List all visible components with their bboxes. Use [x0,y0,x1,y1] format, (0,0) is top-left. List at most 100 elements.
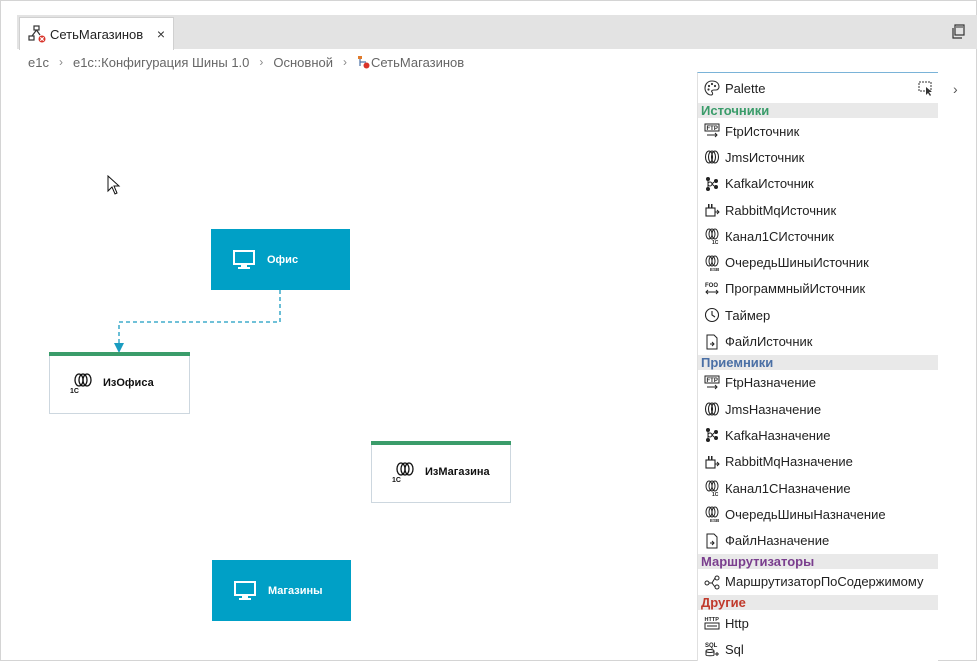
node-from-store[interactable]: 1C ИзМагазина [371,441,511,503]
http-icon: HTTP [704,615,720,631]
palette-icon [704,80,720,96]
esb-queue-icon: ESB [704,255,720,272]
tab-network-stores[interactable]: СетьМагазинов × [19,17,174,50]
channel-1c-icon: 1C [704,228,720,246]
palette-item[interactable]: KafkaНазначение [698,422,938,448]
rabbitmq-icon [704,454,720,470]
palette-item[interactable]: ФайлИсточник [698,328,938,354]
palette-item[interactable]: SQL Sql [698,636,938,661]
breadcrumb-item-e1c[interactable]: e1c [28,55,49,70]
rabbitmq-icon [704,202,720,218]
palette-item-label: KafkaИсточник [725,176,814,192]
node-stores[interactable]: Магазины [212,560,351,621]
palette-item-label: Канал1СНазначение [725,480,851,496]
palette-item-label: Канал1СИсточник [725,228,834,244]
palette-item[interactable]: 1C Канал1СНазначение [698,475,938,501]
diagram-icon [28,25,46,43]
palette-item[interactable]: Таймер [698,302,938,328]
chevron-right-icon[interactable]: › [953,81,967,97]
palette-item[interactable]: RabbitMqИсточник [698,197,938,223]
chevron-right-icon: › [259,55,264,69]
chevron-right-icon: › [343,55,347,69]
palette-item-label: ФайлИсточник [725,334,813,350]
palette-item-label: FtpИсточник [725,123,800,139]
breadcrumb-item-configuration[interactable]: e1c::Конфигурация Шины 1.0 [73,55,249,70]
close-icon[interactable]: × [157,26,165,42]
node-accent [371,441,511,445]
svg-text:FTP: FTP [707,378,718,384]
jms-icon [704,401,720,417]
palette-item-label: Http [725,615,749,631]
node-office[interactable]: Офис [211,229,350,290]
node-from-office[interactable]: 1C ИзОфиса [49,352,190,414]
palette-item-label: Таймер [725,307,771,323]
palette-item[interactable]: FTP FtpИсточник [698,118,938,144]
diagram-canvas[interactable]: Офис 1C ИзОфиса 1C ИзМагазина Магазины [1,73,697,661]
svg-text:ESB: ESB [710,518,720,522]
monitor-icon [233,249,255,270]
svg-text:FOO: FOO [705,283,718,289]
tab-label: СетьМагазинов [50,26,144,42]
palette-item-label: ФайлНазначение [725,533,830,549]
palette-item-label: KafkaНазначение [725,427,831,443]
palette-item[interactable]: ESB ОчередьШиныИсточник [698,249,938,275]
select-tool-icon[interactable] [918,80,934,96]
palette-item-label: RabbitMqИсточник [725,202,837,218]
palette-panel: Palette Источники FTP FtpИсточник JmsИсточн… [697,72,938,661]
restore-icon[interactable] [950,23,968,41]
palette-item[interactable]: 1C Канал1СИсточник [698,223,938,249]
palette-header: Palette [698,73,938,103]
palette-item[interactable]: ESB ОчередьШиныНазначение [698,501,938,527]
palette-item[interactable]: FOO ПрограммныйИсточник [698,276,938,302]
palette-category[interactable]: Приемники [698,354,938,370]
palette-item-label: JmsНазначение [725,401,822,417]
router-icon [704,574,720,590]
breadcrumb-item-main[interactable]: Основной [273,55,333,70]
palette-category[interactable]: Другие [698,595,938,611]
palette-item[interactable]: KafkaИсточник [698,171,938,197]
node-label: Магазины [268,584,323,597]
ftp-icon: FTP [704,375,720,391]
palette-item[interactable]: FTP FtpНазначение [698,370,938,396]
svg-text:ESB: ESB [710,267,720,271]
palette-item-label: ПрограммныйИсточник [725,281,866,297]
palette-item[interactable]: МаршрутизаторПоСодержимому [698,569,938,595]
jms-icon [704,149,720,165]
palette-title: Palette [725,80,766,96]
monitor-icon [234,580,256,601]
palette-category[interactable]: Источники [698,103,938,118]
palette-item-label: ОчередьШиныНазначение [725,506,886,522]
file-icon [704,533,720,549]
file-icon [704,334,720,350]
palette-item-label: Sql [725,641,744,657]
palette-item[interactable]: JmsНазначение [698,396,938,422]
program-icon: FOO [704,281,720,297]
palette-item-label: МаршрутизаторПоСодержимому [725,574,924,590]
diagram-icon [357,55,370,69]
sql-icon: SQL [704,641,720,657]
channel-1c-icon: 1C [392,461,416,484]
kafka-icon [704,427,720,443]
svg-text:HTTP: HTTP [705,617,720,623]
svg-text:1C: 1C [392,477,401,483]
palette-item[interactable]: RabbitMqНазначение [698,449,938,475]
editor-window: СетьМагазинов × e1c › e1c::Конфигурация … [0,0,977,661]
palette-item[interactable]: JmsИсточник [698,144,938,170]
palette-item[interactable]: ФайлНазначение [698,527,938,553]
ftp-icon: FTP [704,123,720,139]
channel-1c-icon: 1C [704,480,720,498]
esb-queue-icon: ESB [704,506,720,523]
node-accent [49,352,190,356]
svg-text:1C: 1C [712,492,719,496]
mouse-cursor-icon [107,174,121,195]
palette-item[interactable]: HTTP Http [698,610,938,636]
palette-category[interactable]: Маршрутизаторы [698,553,938,569]
clock-icon [704,307,720,323]
palette-item-label: FtpНазначение [725,375,817,391]
breadcrumb-item-current[interactable]: СетьМагазинов [371,55,464,70]
palette-item-label: JmsИсточник [725,149,805,165]
palette-item-label: RabbitMqНазначение [725,454,853,470]
svg-text:FTP: FTP [707,126,718,132]
breadcrumb: e1c › e1c::Конфигурация Шины 1.0 › Основ… [28,54,464,70]
svg-text:1C: 1C [70,388,79,394]
